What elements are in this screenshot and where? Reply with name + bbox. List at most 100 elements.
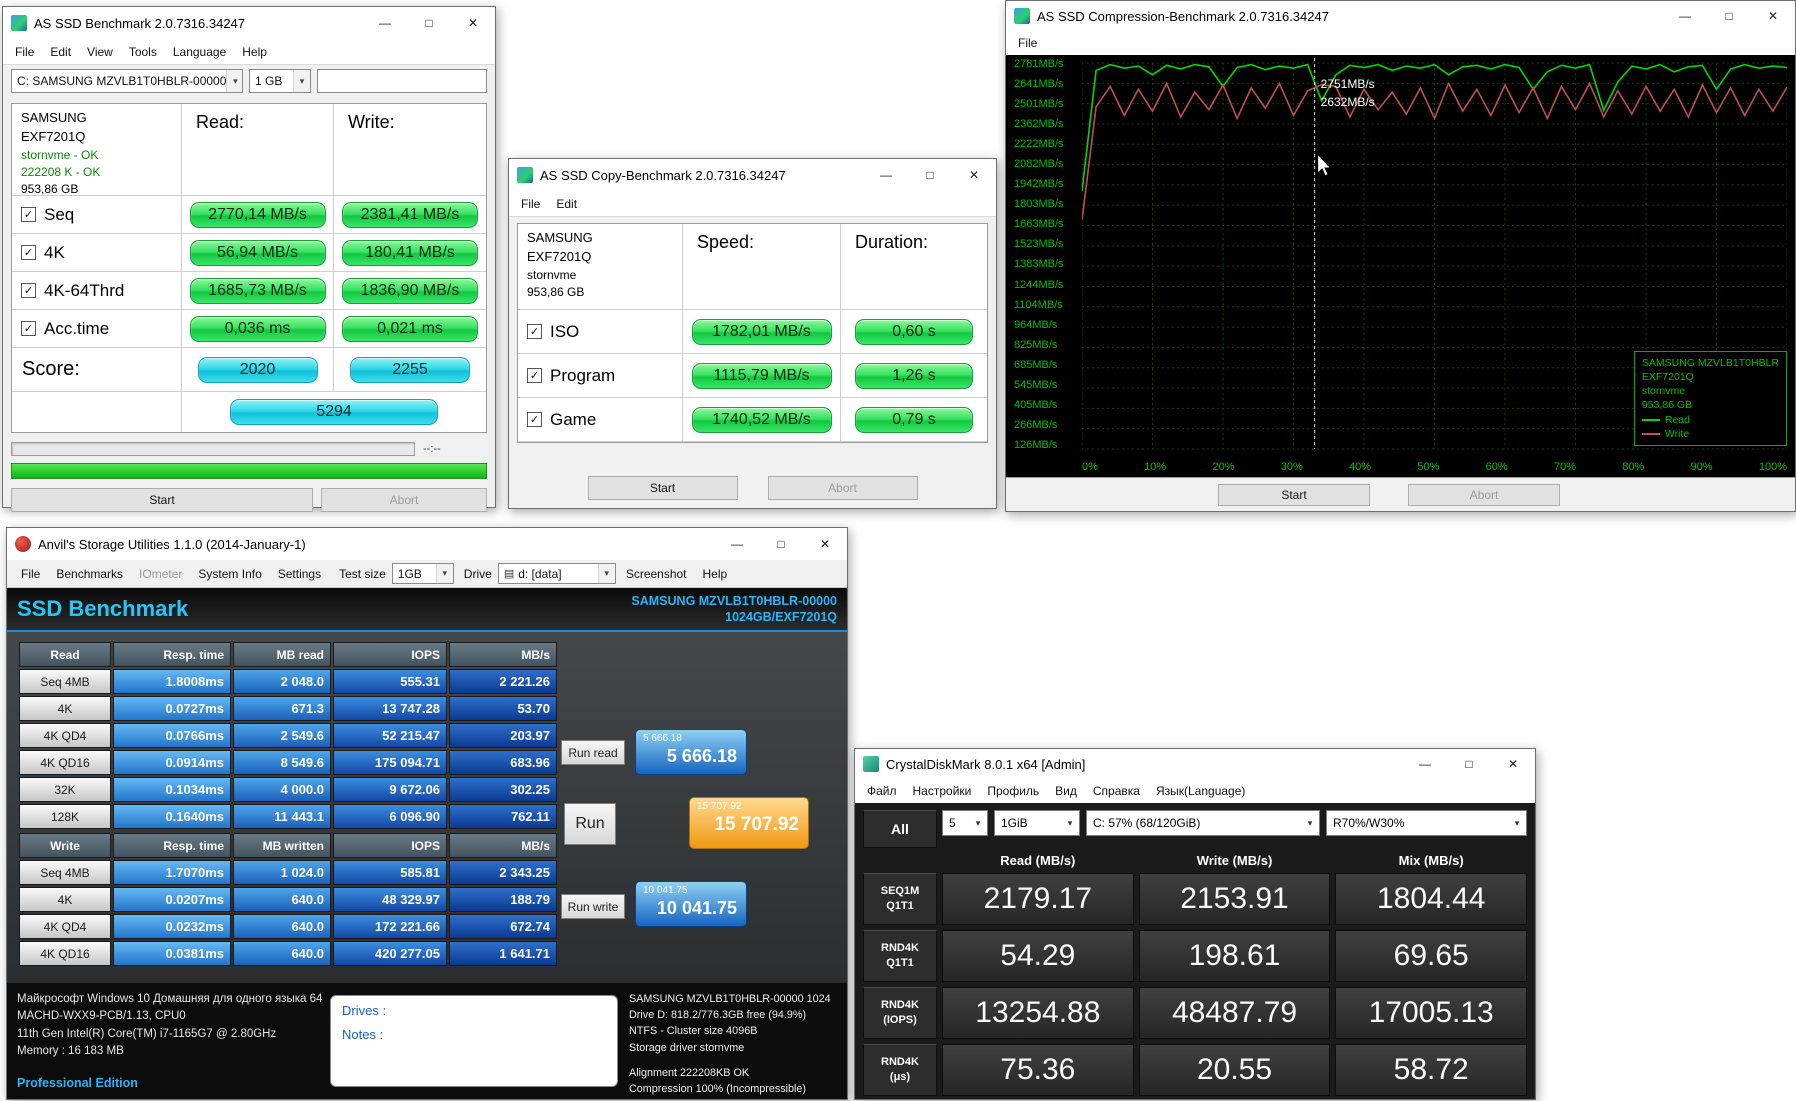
drives-notes-box[interactable]: Drives : Notes : [330,995,618,1087]
maximize-icon[interactable]: □ [1707,1,1751,31]
as-ssd-app-icon [11,15,27,31]
menu-bar: File [1006,31,1795,55]
abort-button[interactable]: Abort [768,476,918,500]
test-type-button[interactable]: RND4K (μs) [863,1044,937,1096]
mb-per-s: 188.79 [449,887,557,912]
mb-per-s: 53.70 [449,696,557,721]
menu-item[interactable]: View [79,41,121,63]
resp-time: 1.8008ms [113,669,231,694]
run-read-button[interactable]: Run read [561,740,625,765]
test-label: 4K QD16 [19,750,111,775]
run-button[interactable]: Run [564,803,616,845]
settings-select[interactable]: C: 57% (68/120GiB) ▾ [1086,810,1320,836]
menu-bar: FileEditViewToolsLanguageHelp [3,39,495,65]
test-size-select[interactable]: 1 GB ▾ [249,69,311,93]
test-type-button[interactable]: RND4K Q1T1 [863,930,937,982]
checkbox-checked[interactable]: ✓ [527,324,542,339]
settings-select[interactable]: 1GiB ▾ [994,810,1080,836]
menu-item[interactable]: Tools [121,41,165,63]
start-button[interactable]: Start [588,476,738,500]
menu-item[interactable]: System Info [190,563,269,585]
close-icon[interactable]: ✕ [1751,1,1795,31]
close-icon[interactable]: ✕ [451,7,495,39]
menu-item[interactable]: Screenshot [618,563,695,585]
run-write-button[interactable]: Run write [561,894,625,919]
minimize-icon[interactable]: — [864,159,908,191]
checkbox-checked[interactable]: ✓ [527,368,542,383]
menu-item[interactable]: Настройки [905,780,980,802]
checkbox-checked[interactable]: ✓ [21,207,36,222]
test-label: Seq 4MB [19,860,111,885]
maximize-icon[interactable]: □ [407,7,451,39]
settings-select[interactable]: R70%/W30% ▾ [1326,810,1527,836]
speed-value: 1782,01 MB/s [692,319,832,345]
menu-item[interactable]: Language [165,41,234,63]
speed-value: 1115,79 MB/s [692,363,832,389]
test-size-select[interactable]: 1GB ▾ [392,563,454,584]
menu-item[interactable]: Help [695,563,736,585]
titlebar[interactable]: CrystalDiskMark 8.0.1 x64 [Admin] — □ ✕ [855,749,1535,779]
read-table-row: 4K QD4 0.0766ms 2 549.6 52 215.47 203.97 [19,723,559,748]
close-icon[interactable]: ✕ [952,159,996,191]
titlebar[interactable]: AS SSD Benchmark 2.0.7316.34247 — □ ✕ [3,7,495,39]
drive-select[interactable]: ▤ d: [data] ▾ [498,563,616,584]
abort-button[interactable]: Abort [1408,484,1560,506]
read-value: 1685,73 MB/s [190,278,326,304]
drive-select[interactable]: C: SAMSUNG MZVLB1T0HBLR-00000 ▾ [11,69,243,93]
crystaldiskmark-app-icon [863,756,879,772]
write-table-row: Seq 4MB 1.7070ms 1 024.0 585.81 2 343.25 [19,860,559,885]
close-icon[interactable]: ✕ [1491,749,1535,779]
minimize-icon[interactable]: — [363,7,407,39]
maximize-icon[interactable]: □ [759,528,803,560]
menu-item[interactable]: Справка [1085,780,1148,802]
menu-item[interactable]: File [513,193,548,215]
menu-item[interactable]: Benchmarks [48,563,131,585]
minimize-icon[interactable]: — [715,528,759,560]
close-icon[interactable]: ✕ [803,528,847,560]
read-table-header: Read Resp. time MB read IOPS MB/s [19,642,559,667]
menu-item[interactable]: File [1010,32,1045,54]
all-button[interactable]: All [863,810,937,848]
menu-item[interactable]: IOmeter [131,563,190,585]
settings-select[interactable]: 5 ▾ [942,810,988,836]
checkbox-checked[interactable]: ✓ [527,412,542,427]
y-tick-label: 964MB/s [1014,320,1080,331]
checkbox-checked[interactable]: ✓ [21,283,36,298]
minimize-icon[interactable]: — [1403,749,1447,779]
maximize-icon[interactable]: □ [908,159,952,191]
test-type-button[interactable]: RND4K (IOPS) [863,987,937,1039]
device-capacity: 1024GB/EXF7201Q [631,609,837,625]
menu-item[interactable]: Файл [859,780,905,802]
start-button[interactable]: Start [1218,484,1370,506]
compression-chart: 2781MB/s2641MB/s2501MB/s2362MB/s2222MB/s… [1006,55,1795,457]
mix-column-header: Mix (MB/s) [1335,853,1527,868]
checkbox-checked[interactable]: ✓ [21,321,36,336]
menu-item[interactable]: File [7,41,42,63]
y-tick-label: 2362MB/s [1014,119,1080,130]
titlebar[interactable]: Anvil's Storage Utilities 1.1.0 (2014-Ja… [7,528,847,560]
menu-item[interactable]: Язык(Language) [1148,780,1253,802]
test-type-button[interactable]: SEQ1M Q1T1 [863,873,937,925]
titlebar[interactable]: AS SSD Copy-Benchmark 2.0.7316.34247 — □… [509,159,996,191]
menu-item[interactable]: Settings [270,563,329,585]
resp-time: 0.0232ms [113,914,231,939]
minimize-icon[interactable]: — [1663,1,1707,31]
test-label: ✓ ISO [518,310,683,354]
chevron-down-icon: ▾ [969,818,987,829]
toolbar-textbox[interactable] [317,69,487,93]
menu-item[interactable]: Edit [548,193,585,215]
drives-label: Drives : [342,1003,606,1018]
window-title: CrystalDiskMark 8.0.1 x64 [Admin] [886,757,1403,772]
menu-item[interactable]: Профиль [979,780,1047,802]
menu-item[interactable]: File [13,563,48,585]
maximize-icon[interactable]: □ [1447,749,1491,779]
menu-item[interactable]: Вид [1047,780,1085,802]
menu-item[interactable]: Edit [42,41,79,63]
disk-info-line: NTFS - Cluster size 4096B [629,1023,841,1039]
start-button[interactable]: Start [11,488,313,512]
abort-button[interactable]: Abort [321,488,487,512]
menu-item[interactable]: Help [234,41,275,63]
checkbox-checked[interactable]: ✓ [21,245,36,260]
titlebar[interactable]: AS SSD Compression-Benchmark 2.0.7316.34… [1006,1,1795,31]
read-table: Read Resp. time MB read IOPS MB/s Seq 4M… [19,642,559,831]
